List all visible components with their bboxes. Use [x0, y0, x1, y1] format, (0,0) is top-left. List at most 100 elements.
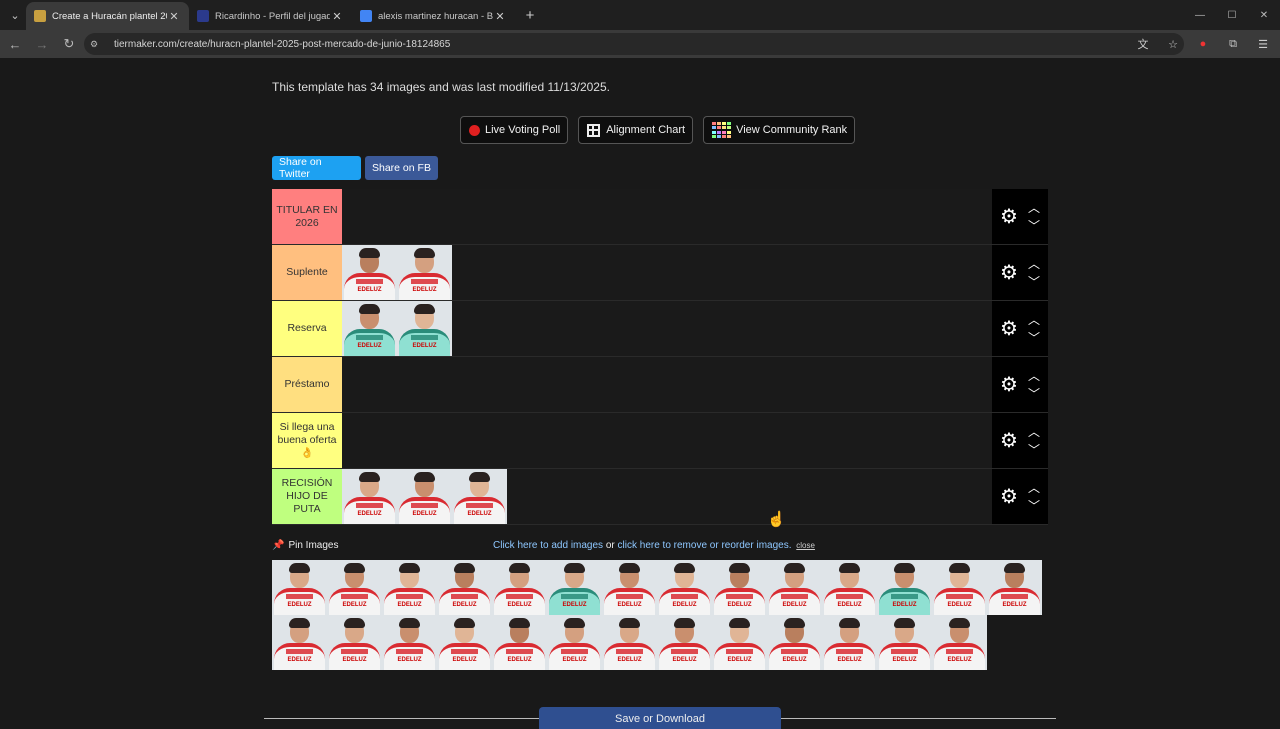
- pin-images-toggle[interactable]: 📌 Pin Images: [272, 540, 338, 551]
- tier-items[interactable]: [342, 413, 992, 468]
- player-image[interactable]: EDELUZ: [272, 615, 327, 670]
- close-link[interactable]: close: [796, 541, 815, 550]
- player-image[interactable]: EDELUZ: [822, 615, 877, 670]
- player-image[interactable]: EDELUZ: [342, 245, 397, 300]
- bookmark-star-icon[interactable]: ☆: [1162, 33, 1184, 55]
- browser-tab[interactable]: alexis martinez huracan - Busca✕: [352, 2, 515, 30]
- player-image[interactable]: EDELUZ: [877, 560, 932, 615]
- chevron-down-icon[interactable]: ﹀: [1028, 385, 1040, 403]
- tier-items[interactable]: EDELUZ EDELUZ EDELUZ: [342, 469, 992, 524]
- browser-tab[interactable]: Create a Huracán plantel 2025✕: [26, 2, 189, 30]
- chevron-up-icon[interactable]: ︿: [1028, 255, 1040, 273]
- chevron-down-icon[interactable]: ﹀: [1028, 441, 1040, 459]
- favicon-icon: [360, 10, 372, 22]
- sponsor-logo: EDELUZ: [507, 657, 532, 663]
- player-image[interactable]: EDELUZ: [437, 560, 492, 615]
- player-image[interactable]: EDELUZ: [382, 560, 437, 615]
- player-image[interactable]: EDELUZ: [452, 469, 507, 524]
- close-tab-icon[interactable]: ✕: [493, 10, 507, 23]
- player-image[interactable]: EDELUZ: [397, 301, 452, 356]
- address-bar[interactable]: ⚙ tiermaker.com/create/huracn-plantel-20…: [84, 33, 1184, 55]
- tier-items[interactable]: EDELUZ EDELUZ: [342, 245, 992, 300]
- reload-icon[interactable]: ↻: [57, 32, 81, 56]
- url-text[interactable]: tiermaker.com/create/huracn-plantel-2025…: [114, 39, 450, 50]
- gear-icon[interactable]: ⚙: [996, 316, 1022, 341]
- maximize-icon[interactable]: ☐: [1216, 0, 1248, 30]
- minimize-icon[interactable]: —: [1184, 0, 1216, 30]
- player-image[interactable]: EDELUZ: [547, 560, 602, 615]
- player-image[interactable]: EDELUZ: [327, 615, 382, 670]
- player-image[interactable]: EDELUZ: [492, 560, 547, 615]
- site-info-icon[interactable]: ⚙: [90, 39, 104, 50]
- tier-label[interactable]: Préstamo: [272, 357, 342, 412]
- gear-icon[interactable]: ⚙: [996, 484, 1022, 509]
- menu-icon[interactable]: ☰: [1252, 33, 1274, 55]
- tier-label[interactable]: TITULAR EN 2026: [272, 189, 342, 244]
- player-image[interactable]: EDELUZ: [932, 615, 987, 670]
- share-fb-button[interactable]: Share on FB: [365, 156, 438, 180]
- community-rank-button[interactable]: View Community Rank: [703, 116, 856, 144]
- player-image[interactable]: EDELUZ: [342, 301, 397, 356]
- share-twitter-button[interactable]: Share on Twitter: [272, 156, 361, 180]
- close-tab-icon[interactable]: ✕: [330, 10, 344, 23]
- player-image[interactable]: EDELUZ: [602, 560, 657, 615]
- player-image[interactable]: EDELUZ: [987, 560, 1042, 615]
- player-image[interactable]: EDELUZ: [492, 615, 547, 670]
- close-window-icon[interactable]: ✕: [1248, 0, 1280, 30]
- add-images-link[interactable]: Click here to add images: [493, 540, 603, 551]
- tier-items[interactable]: EDELUZ EDELUZ: [342, 301, 992, 356]
- player-image[interactable]: EDELUZ: [272, 560, 327, 615]
- tier-label[interactable]: Reserva: [272, 301, 342, 356]
- chevron-up-icon[interactable]: ︿: [1028, 479, 1040, 497]
- alignment-chart-button[interactable]: Alignment Chart: [578, 116, 694, 144]
- player-image[interactable]: EDELUZ: [657, 615, 712, 670]
- player-image[interactable]: EDELUZ: [397, 469, 452, 524]
- player-image[interactable]: EDELUZ: [397, 245, 452, 300]
- extensions-puzzle-icon[interactable]: ⧉: [1222, 33, 1244, 55]
- player-image[interactable]: EDELUZ: [767, 560, 822, 615]
- chevron-up-icon[interactable]: ︿: [1028, 311, 1040, 329]
- tier-label[interactable]: Suplente: [272, 245, 342, 300]
- player-image[interactable]: EDELUZ: [712, 560, 767, 615]
- chevron-up-icon[interactable]: ︿: [1028, 367, 1040, 385]
- chevron-down-icon[interactable]: ﹀: [1028, 497, 1040, 515]
- browser-tab[interactable]: Ricardinho - Perfil del jugador 2✕: [189, 2, 352, 30]
- tier-label[interactable]: Si llega una buena oferta 👌: [272, 413, 342, 468]
- player-image[interactable]: EDELUZ: [437, 615, 492, 670]
- sponsor-logo: EDELUZ: [357, 287, 382, 293]
- player-image[interactable]: EDELUZ: [602, 615, 657, 670]
- save-download-button[interactable]: Save or Download: [539, 707, 781, 729]
- player-image[interactable]: EDELUZ: [877, 615, 932, 670]
- forward-arrow-icon[interactable]: →: [30, 32, 54, 56]
- gear-icon[interactable]: ⚙: [996, 260, 1022, 285]
- favicon-icon: [34, 10, 46, 22]
- chevron-down-icon[interactable]: ﹀: [1028, 329, 1040, 347]
- player-image[interactable]: EDELUZ: [767, 615, 822, 670]
- close-tab-icon[interactable]: ✕: [167, 10, 181, 23]
- chevron-up-icon[interactable]: ︿: [1028, 199, 1040, 217]
- translate-icon[interactable]: 文: [1132, 33, 1154, 55]
- tab-search-button[interactable]: ⌄: [4, 4, 26, 26]
- player-image[interactable]: EDELUZ: [712, 615, 767, 670]
- back-arrow-icon[interactable]: ←: [3, 32, 27, 56]
- player-image[interactable]: EDELUZ: [342, 469, 397, 524]
- gear-icon[interactable]: ⚙: [996, 428, 1022, 453]
- new-tab-button[interactable]: +: [519, 7, 541, 24]
- chevron-down-icon[interactable]: ﹀: [1028, 273, 1040, 291]
- chevron-down-icon[interactable]: ﹀: [1028, 217, 1040, 235]
- tier-label[interactable]: RECISIÓN HIJO DE PUTA: [272, 469, 342, 524]
- chevron-up-icon[interactable]: ︿: [1028, 423, 1040, 441]
- player-image[interactable]: EDELUZ: [547, 615, 602, 670]
- gear-icon[interactable]: ⚙: [996, 204, 1022, 229]
- tier-items[interactable]: [342, 357, 992, 412]
- live-voting-poll-button[interactable]: Live Voting Poll: [460, 116, 569, 144]
- gear-icon[interactable]: ⚙: [996, 372, 1022, 397]
- player-image[interactable]: EDELUZ: [382, 615, 437, 670]
- player-image[interactable]: EDELUZ: [932, 560, 987, 615]
- extension-record-icon[interactable]: ●: [1192, 33, 1214, 55]
- tier-items[interactable]: [342, 189, 992, 244]
- player-image[interactable]: EDELUZ: [327, 560, 382, 615]
- player-image[interactable]: EDELUZ: [822, 560, 877, 615]
- player-image[interactable]: EDELUZ: [657, 560, 712, 615]
- remove-reorder-link[interactable]: click here to remove or reorder images.: [618, 540, 792, 551]
